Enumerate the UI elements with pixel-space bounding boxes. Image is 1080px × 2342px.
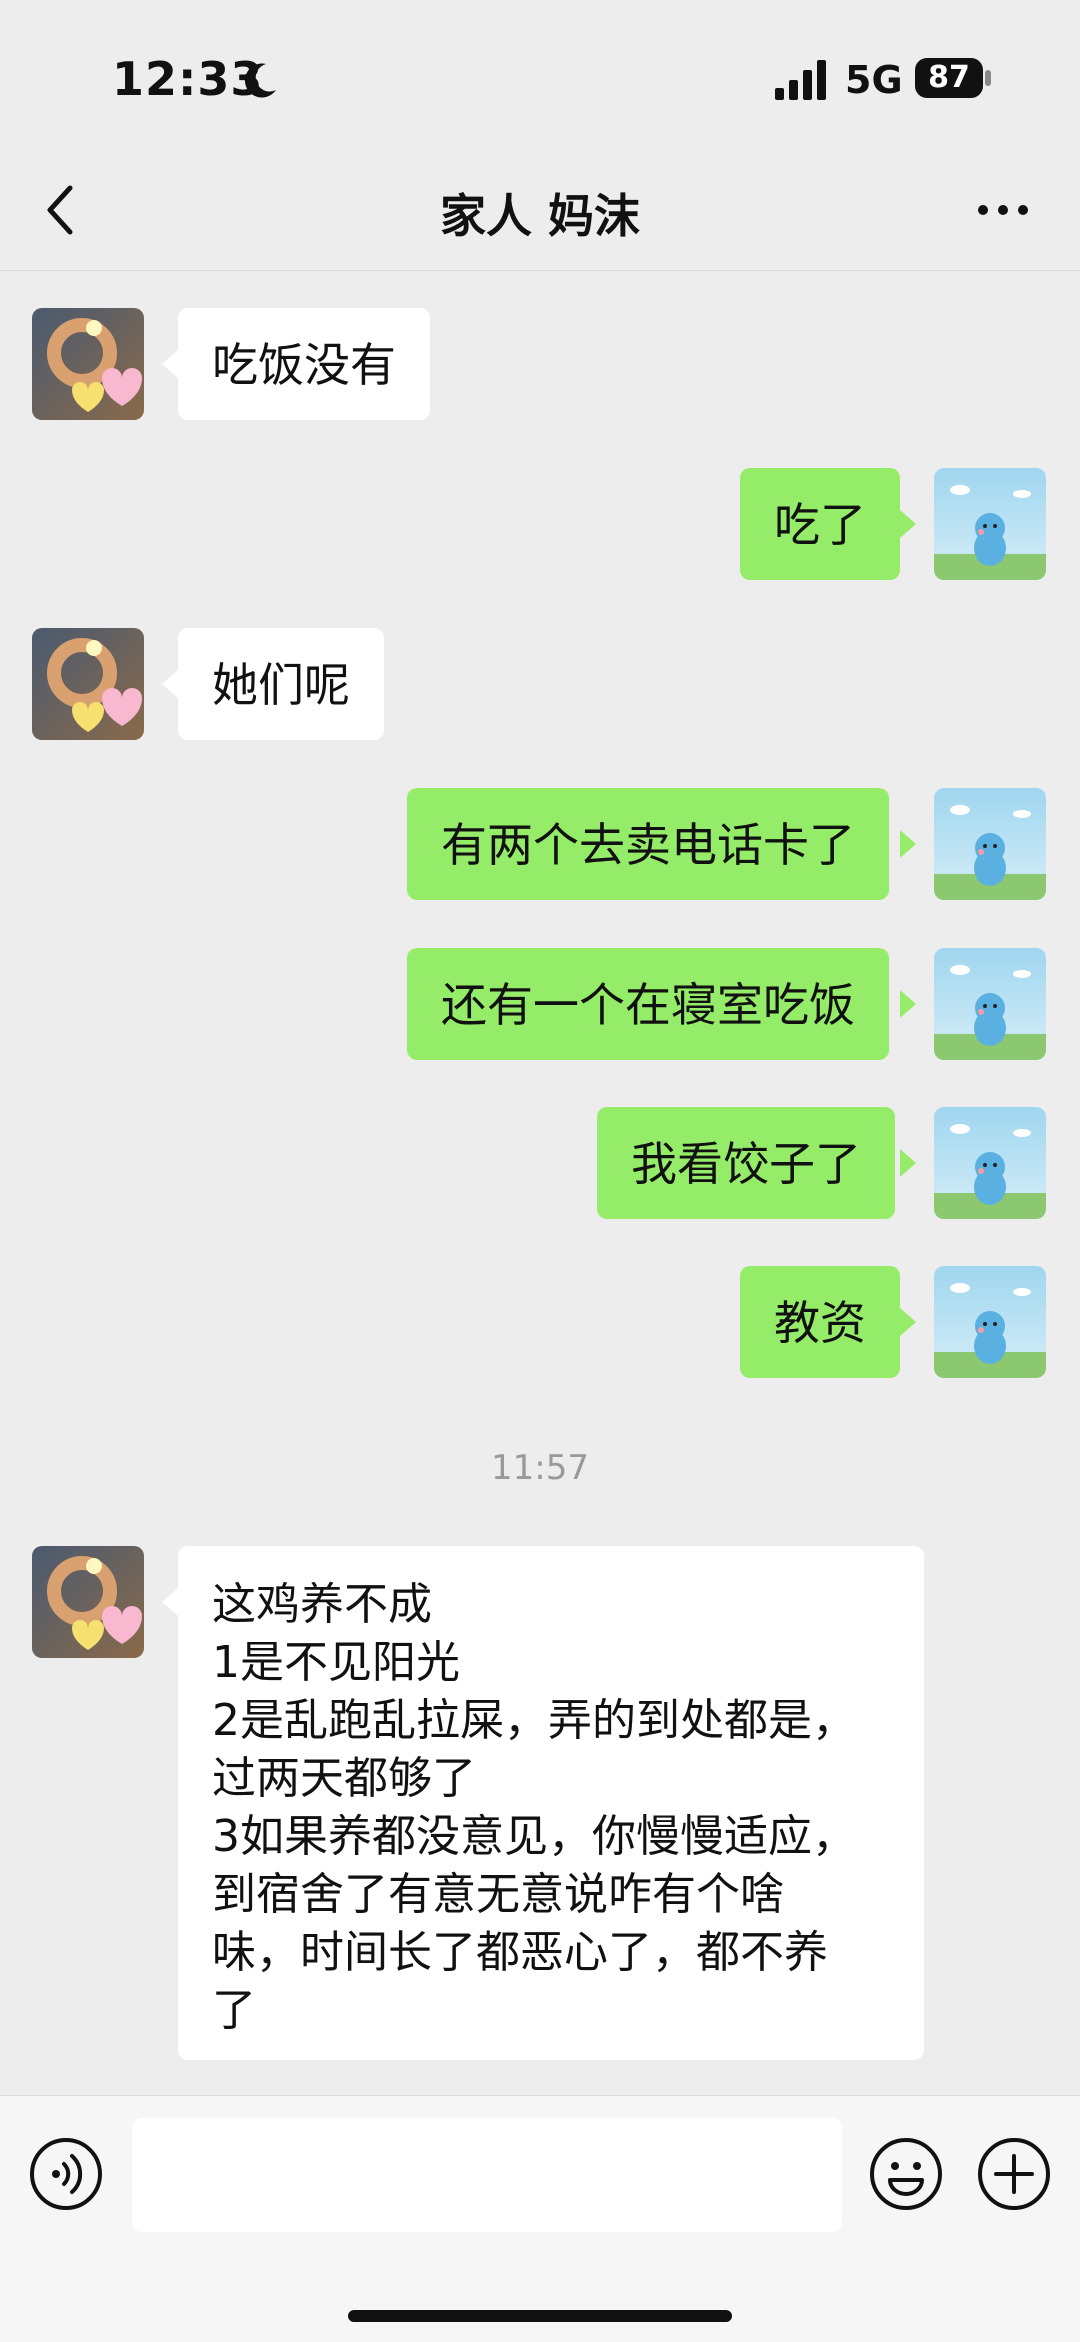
chat-header: 家人 妈沫 <box>0 150 1080 271</box>
message-timestamp: 11:57 <box>491 1448 589 1488</box>
message-input[interactable] <box>132 2118 842 2232</box>
bubble-tail <box>162 670 178 698</box>
message-bubble[interactable]: 这鸡养不成 1是不见阳光 2是乱跑乱拉屎，弄的到处都是， 过两天都够了 3如果养… <box>178 1546 924 2060</box>
message-bubble[interactable]: 她们呢 <box>178 628 384 740</box>
user-avatar[interactable] <box>934 948 1046 1060</box>
plus-icon[interactable] <box>976 2136 1052 2212</box>
message-bubble[interactable]: 还有一个在寝室吃饭 <box>407 948 889 1060</box>
user-avatar[interactable] <box>934 1107 1046 1219</box>
bubble-tail <box>900 830 916 858</box>
message-bubble[interactable]: 有两个去卖电话卡了 <box>407 788 889 900</box>
moon-icon <box>244 63 276 98</box>
bubble-tail <box>900 990 916 1018</box>
message-bubble[interactable]: 教资 <box>740 1266 900 1378</box>
voice-icon[interactable] <box>28 2136 104 2212</box>
more-icon[interactable] <box>975 200 1031 220</box>
message-bubble[interactable]: 吃饭没有 <box>178 308 430 420</box>
bubble-tail <box>900 1308 916 1336</box>
battery-tip <box>985 70 991 86</box>
signal-icon <box>775 60 826 100</box>
contact-avatar[interactable] <box>32 628 144 740</box>
home-indicator[interactable] <box>348 2310 732 2322</box>
emoji-icon[interactable] <box>868 2136 944 2212</box>
bubble-tail <box>900 1149 916 1177</box>
chat-title[interactable]: 家人 妈沫 <box>0 180 1080 246</box>
contact-avatar[interactable] <box>32 1546 144 1658</box>
user-avatar[interactable] <box>934 788 1046 900</box>
bubble-tail <box>900 510 916 538</box>
user-avatar[interactable] <box>934 1266 1046 1378</box>
user-avatar[interactable] <box>934 468 1046 580</box>
bubble-tail <box>162 350 178 378</box>
input-bar <box>0 2095 1080 2342</box>
message-bubble[interactable]: 我看饺子了 <box>597 1107 895 1219</box>
network-type: 5G <box>845 58 903 102</box>
bubble-tail <box>162 1588 178 1616</box>
contact-avatar[interactable] <box>32 308 144 420</box>
status-bar: 12:33 5G 87 <box>0 0 1080 150</box>
message-bubble[interactable]: 吃了 <box>740 468 900 580</box>
battery-indicator: 87 <box>915 58 983 98</box>
